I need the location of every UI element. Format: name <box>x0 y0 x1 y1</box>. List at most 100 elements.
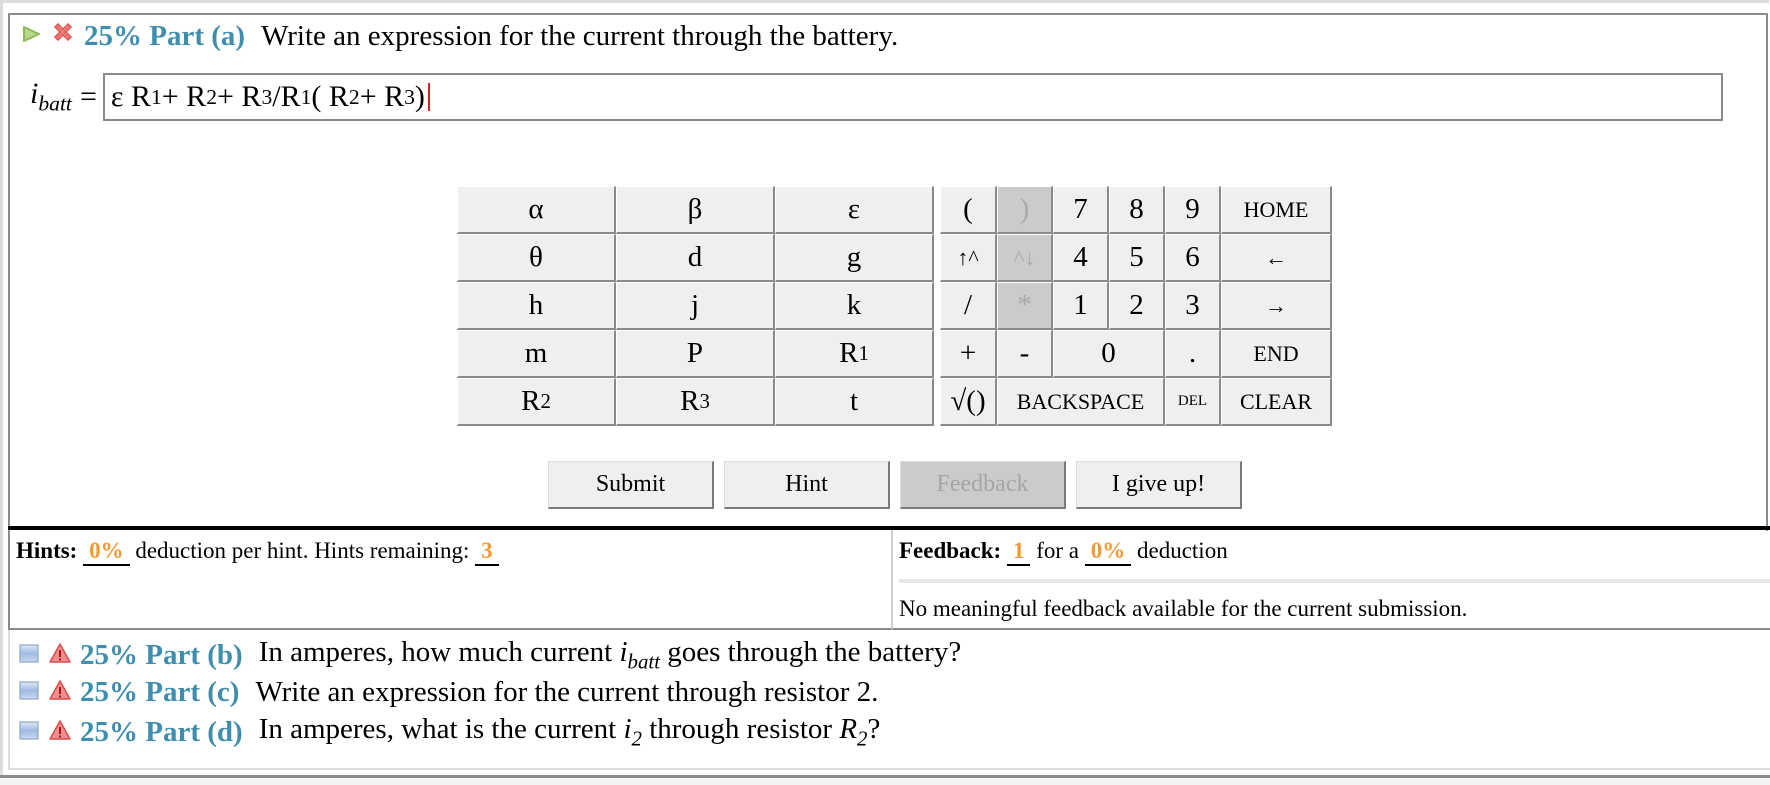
key-8[interactable]: 8 <box>1109 186 1165 234</box>
key-variable[interactable]: ε <box>775 186 934 234</box>
key-label: R <box>521 385 541 417</box>
key-del[interactable]: DEL <box>1165 378 1221 426</box>
answer-input[interactable]: ε R1 + R2 + R 3/R 1 ( R2 + R3 ) <box>102 73 1723 121</box>
key-open-paren[interactable]: ( <box>940 186 997 234</box>
key-backspace[interactable]: BACKSPACE <box>997 378 1165 426</box>
operator-keypad: ( ) 7 8 9 HOME ↑^ ^↓ 4 5 6 ← / * 1 2 3 →… <box>940 186 1332 426</box>
key-end[interactable]: END <box>1221 330 1332 378</box>
key-close-paren[interactable]: ) <box>997 186 1053 234</box>
part-a-label: 25% Part (a) <box>84 19 246 52</box>
key-right-arrow[interactable]: → <box>1221 282 1332 330</box>
warning-icon <box>48 639 72 672</box>
part-c-header[interactable]: 25% Part (c) Write an expression for the… <box>18 676 878 709</box>
key-subscript: 2 <box>540 389 551 413</box>
hint-button[interactable]: Hint <box>724 461 890 509</box>
key-label: k <box>846 289 862 321</box>
key-variable[interactable]: h <box>457 282 616 330</box>
key-2[interactable]: 2 <box>1109 282 1165 330</box>
part-d-header[interactable]: 25% Part (d) In amperes, what is the cur… <box>18 713 880 751</box>
action-buttons: Submit Hint Feedback I give up! <box>548 461 1242 509</box>
part-b-header[interactable]: 25% Part (b) In amperes, how much curren… <box>18 636 961 674</box>
feedback-deduction: 0% <box>1084 538 1132 566</box>
key-variable[interactable]: R3 <box>616 378 775 426</box>
incorrect-x-icon <box>50 19 76 53</box>
key-label: t <box>849 385 859 417</box>
part-b-prompt: In amperes, how much current ibatt goes … <box>258 636 962 674</box>
expand-icon[interactable] <box>18 716 40 749</box>
key-label: R <box>680 385 700 417</box>
variable-keypad: αβεθdghjkmPR1R2R3t <box>457 186 934 426</box>
answer-subscript: 1 <box>300 85 312 109</box>
key-variable[interactable]: t <box>775 378 934 426</box>
key-variable[interactable]: k <box>775 282 934 330</box>
key-plus[interactable]: + <box>940 330 997 378</box>
key-4[interactable]: 4 <box>1053 234 1109 282</box>
key-label: d <box>687 241 703 273</box>
key-multiply[interactable]: * <box>997 282 1053 330</box>
feedback-count: 1 <box>1006 538 1031 566</box>
part-d-label: 25% Part (d) <box>80 715 243 748</box>
answer-text: ε R <box>110 80 151 113</box>
key-label: ε <box>847 193 861 225</box>
key-7[interactable]: 7 <box>1053 186 1109 234</box>
feedback-panel: Feedback: 1 for a 0% deduction No meanin… <box>891 530 1770 630</box>
answer-row: ibatt = ε R1 + R2 + R 3/R 1 ( R2 + R3 ) <box>30 73 1723 121</box>
feedback-line: Feedback: 1 for a 0% deduction <box>899 538 1228 566</box>
warning-icon <box>48 676 72 709</box>
feedback-button[interactable]: Feedback <box>900 461 1066 509</box>
part-c-prompt: Write an expression for the current thro… <box>255 676 879 708</box>
key-label: j <box>690 289 700 321</box>
key-9[interactable]: 9 <box>1165 186 1221 234</box>
key-divide[interactable]: / <box>940 282 997 330</box>
key-variable[interactable]: m <box>457 330 616 378</box>
key-variable[interactable]: j <box>616 282 775 330</box>
key-label: P <box>686 337 704 369</box>
give-up-button[interactable]: I give up! <box>1076 461 1242 509</box>
answer-subscript: 1 <box>150 85 162 109</box>
expand-icon[interactable] <box>18 676 40 709</box>
play-icon[interactable] <box>20 20 42 53</box>
hints-label: Hints: <box>16 538 78 563</box>
key-0[interactable]: 0 <box>1053 330 1165 378</box>
feedback-separator <box>899 579 1770 583</box>
expand-icon[interactable] <box>18 639 40 672</box>
key-variable[interactable]: g <box>775 234 934 282</box>
key-minus[interactable]: - <box>997 330 1053 378</box>
submit-button[interactable]: Submit <box>548 461 714 509</box>
key-home[interactable]: HOME <box>1221 186 1332 234</box>
answer-text: /R <box>272 80 301 113</box>
feedback-text: for a <box>1036 538 1079 563</box>
key-subscript: 1 <box>858 341 869 365</box>
part-a-prompt: Write an expression for the current thro… <box>261 19 899 52</box>
key-superscript-down[interactable]: ^↓ <box>997 234 1053 282</box>
key-3[interactable]: 3 <box>1165 282 1221 330</box>
key-6[interactable]: 6 <box>1165 234 1221 282</box>
hints-panel: Hints: 0% deduction per hint. Hints rema… <box>8 530 891 630</box>
key-clear[interactable]: CLEAR <box>1221 378 1332 426</box>
key-5[interactable]: 5 <box>1109 234 1165 282</box>
key-variable[interactable]: d <box>616 234 775 282</box>
answer-text: ( R <box>311 80 349 113</box>
key-superscript-up[interactable]: ↑^ <box>940 234 997 282</box>
key-1[interactable]: 1 <box>1053 282 1109 330</box>
key-variable[interactable]: θ <box>457 234 616 282</box>
key-variable[interactable]: P <box>616 330 775 378</box>
hints-text: deduction per hint. Hints remaining: <box>135 538 470 563</box>
key-sqrt[interactable]: √() <box>940 378 997 426</box>
key-label: β <box>687 193 703 225</box>
key-dot[interactable]: . <box>1165 330 1221 378</box>
answer-subscript: 2 <box>348 85 360 109</box>
key-left-arrow[interactable]: ← <box>1221 234 1332 282</box>
hints-line: Hints: 0% deduction per hint. Hints rema… <box>16 538 499 566</box>
key-variable[interactable]: α <box>457 186 616 234</box>
part-b-label: 25% Part (b) <box>80 638 243 671</box>
key-variable[interactable]: R2 <box>457 378 616 426</box>
feedback-end-text: deduction <box>1137 538 1228 563</box>
answer-text: ) <box>414 80 425 113</box>
key-label: α <box>528 193 544 225</box>
key-variable[interactable]: R1 <box>775 330 934 378</box>
feedback-message: No meaningful feedback available for the… <box>899 596 1468 621</box>
part-c-label: 25% Part (c) <box>80 676 240 708</box>
warning-icon <box>48 716 72 749</box>
key-variable[interactable]: β <box>616 186 775 234</box>
